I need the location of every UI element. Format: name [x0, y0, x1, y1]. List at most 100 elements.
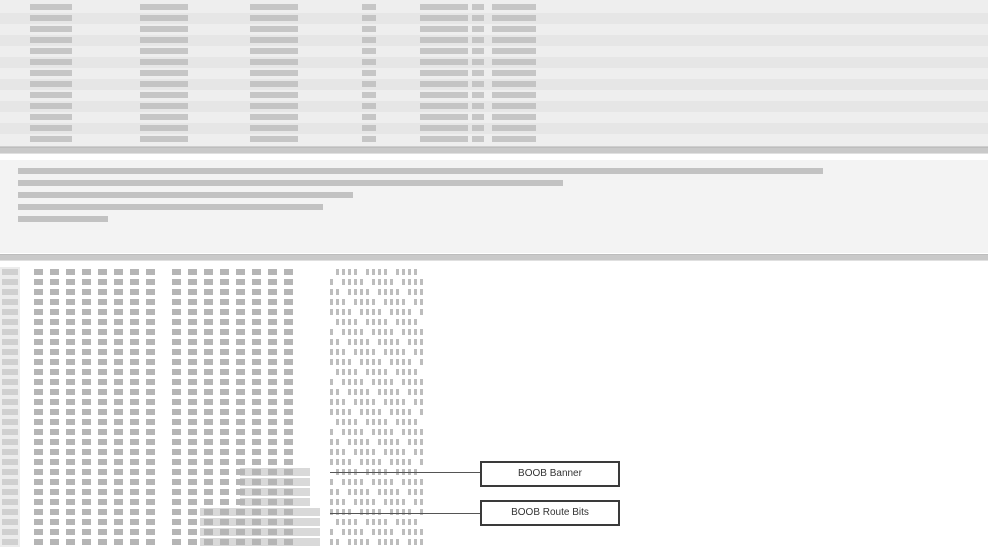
hex-dump-line-text	[30, 277, 430, 287]
packet-detail-line[interactable]	[18, 214, 118, 224]
packet-analyzer-window: BOOB Banner BOOB Route Bits	[0, 0, 988, 553]
hex-offset	[2, 439, 18, 445]
hex-offset	[2, 429, 18, 435]
packet-detail-line[interactable]	[18, 202, 333, 212]
packet-list-row[interactable]	[0, 13, 988, 24]
hex-dump-line[interactable]	[0, 537, 988, 547]
packet-list-row-text	[30, 101, 590, 112]
packet-list-pane[interactable]	[0, 0, 988, 147]
packet-list-row[interactable]	[0, 101, 988, 112]
packet-list-row-text	[30, 123, 590, 134]
hex-dump-line[interactable]	[0, 437, 988, 447]
hex-offset	[2, 319, 18, 325]
packet-list-row[interactable]	[0, 134, 988, 145]
hex-offset	[2, 519, 18, 525]
hex-dump-line[interactable]	[0, 367, 988, 377]
pane-splitter-bottom[interactable]	[0, 254, 988, 261]
packet-list-row-text	[30, 2, 590, 13]
callout-label-route-bits: BOOB Route Bits	[480, 500, 620, 526]
hex-dump-line-text	[30, 497, 430, 507]
callout-leader-line	[330, 513, 480, 514]
packet-list-row-text	[30, 46, 590, 57]
hex-offset	[2, 489, 18, 495]
packet-list-row[interactable]	[0, 123, 988, 134]
hex-dump-line[interactable]	[0, 527, 988, 537]
hex-dump-line[interactable]	[0, 287, 988, 297]
hex-offset	[2, 469, 18, 475]
packet-details-pane[interactable]	[0, 160, 988, 253]
hex-offset	[2, 269, 18, 275]
hex-dump-line-text	[30, 527, 430, 537]
packet-list-row[interactable]	[0, 79, 988, 90]
packet-list-row-text	[30, 112, 590, 123]
hex-dump-line-text	[30, 297, 430, 307]
hex-offset	[2, 449, 18, 455]
packet-detail-line[interactable]	[18, 190, 363, 200]
packet-list-row[interactable]	[0, 35, 988, 46]
packet-list-row[interactable]	[0, 24, 988, 35]
hex-dump-line-text	[30, 487, 430, 497]
hex-dump-line[interactable]	[0, 327, 988, 337]
hex-dump-line[interactable]	[0, 357, 988, 367]
pane-splitter-top[interactable]	[0, 147, 988, 154]
packet-detail-line[interactable]	[18, 178, 573, 188]
hex-dump-line-text	[30, 397, 430, 407]
hex-offset	[2, 309, 18, 315]
hex-offset	[2, 359, 18, 365]
packet-list-row[interactable]	[0, 2, 988, 13]
hex-offset	[2, 509, 18, 515]
packet-list-row[interactable]	[0, 46, 988, 57]
hex-dump-line-text	[30, 457, 430, 467]
hex-offset	[2, 299, 18, 305]
packet-list-row-text	[30, 90, 590, 101]
hex-dump-line-text	[30, 357, 430, 367]
hex-dump-line[interactable]	[0, 487, 988, 497]
hex-dump-line[interactable]	[0, 297, 988, 307]
hex-offset	[2, 389, 18, 395]
hex-dump-line-text	[30, 417, 430, 427]
hex-dump-line-text	[30, 317, 430, 327]
packet-list-row[interactable]	[0, 90, 988, 101]
hex-dump-line-text	[30, 287, 430, 297]
hex-dump-line[interactable]	[0, 337, 988, 347]
hex-offset	[2, 349, 18, 355]
hex-dump-line[interactable]	[0, 377, 988, 387]
hex-dump-line[interactable]	[0, 447, 988, 457]
hex-dump-line[interactable]	[0, 317, 988, 327]
hex-offset	[2, 419, 18, 425]
packet-detail-line[interactable]	[18, 166, 833, 176]
hex-dump-line[interactable]	[0, 427, 988, 437]
hex-offset	[2, 329, 18, 335]
packet-list-row-text	[30, 68, 590, 79]
hex-dump-line[interactable]	[0, 267, 988, 277]
hex-offset	[2, 339, 18, 345]
hex-dump-line[interactable]	[0, 397, 988, 407]
hex-offset	[2, 399, 18, 405]
callout-leader-line	[330, 472, 480, 473]
hex-dump-line-text	[30, 387, 430, 397]
hex-dump-line[interactable]	[0, 277, 988, 287]
callout-label-banner: BOOB Banner	[480, 461, 620, 487]
packet-list-row-text	[30, 13, 590, 24]
hex-dump-line-text	[30, 477, 430, 487]
packet-list-row[interactable]	[0, 68, 988, 79]
hex-dump-line-text	[30, 437, 430, 447]
hex-offset	[2, 459, 18, 465]
hex-dump-line-text	[30, 447, 430, 457]
hex-dump-line[interactable]	[0, 387, 988, 397]
hex-offset	[2, 379, 18, 385]
hex-dump-line[interactable]	[0, 307, 988, 317]
hex-dump-line-text	[30, 267, 430, 277]
hex-dump-line-text	[30, 347, 430, 357]
hex-dump-line[interactable]	[0, 407, 988, 417]
hex-dump-line-text	[30, 337, 430, 347]
hex-dump-line[interactable]	[0, 417, 988, 427]
hex-dump-line[interactable]	[0, 347, 988, 357]
hex-offset	[2, 499, 18, 505]
hex-dump-line-text	[30, 327, 430, 337]
hex-offset	[2, 409, 18, 415]
packet-list-row[interactable]	[0, 57, 988, 68]
packet-list-row-text	[30, 57, 590, 68]
hex-offset	[2, 479, 18, 485]
packet-list-row[interactable]	[0, 112, 988, 123]
